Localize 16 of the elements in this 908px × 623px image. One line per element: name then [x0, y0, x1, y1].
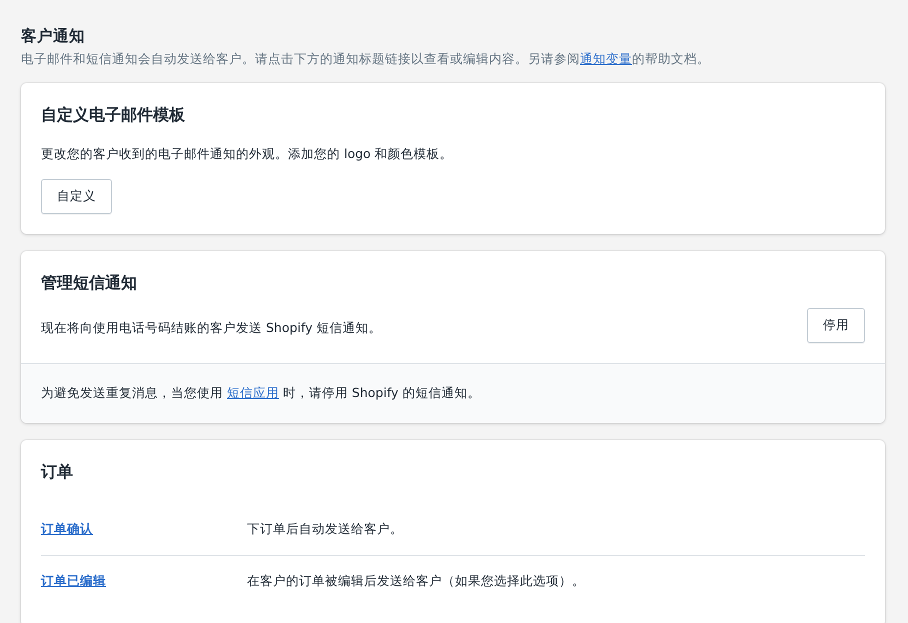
notification-description: 下订单后自动发送给客户。 — [247, 521, 403, 538]
card-description: 现在将向使用电话号码结账的客户发送 Shopify 短信通知。 — [41, 320, 382, 337]
notification-description: 在客户的订单被编辑后发送给客户（如果您选择此选项）。 — [247, 573, 585, 590]
card-title: 管理短信通知 — [41, 273, 138, 294]
card-title: 自定义电子邮件模板 — [41, 105, 186, 126]
footer-text: 为避免发送重复消息，当您使用 短信应用 时，请停用 Shopify 的短信通知。 — [41, 385, 482, 402]
customize-button[interactable]: 自定义 — [41, 179, 112, 214]
page-title: 客户通知 — [21, 26, 86, 47]
notification-link[interactable]: 订单已编辑 — [41, 573, 247, 590]
sms-app-link[interactable]: 短信应用 — [226, 385, 279, 400]
variables-link[interactable]: 通知变量 — [580, 51, 632, 66]
card-title: 订单 — [41, 462, 74, 483]
notification-link[interactable]: 订单确认 — [41, 521, 247, 538]
disable-button[interactable]: 停用 — [807, 308, 865, 343]
card-description: 更改您的客户收到的电子邮件通知的外观。添加您的 logo 和颜色模板。 — [41, 146, 454, 163]
intro-text: 电子邮件和短信通知会自动发送给客户。请点击下方的通知标题链接以查看或编辑内容。另请参阅通知变量的帮助文档。 — [21, 51, 711, 68]
